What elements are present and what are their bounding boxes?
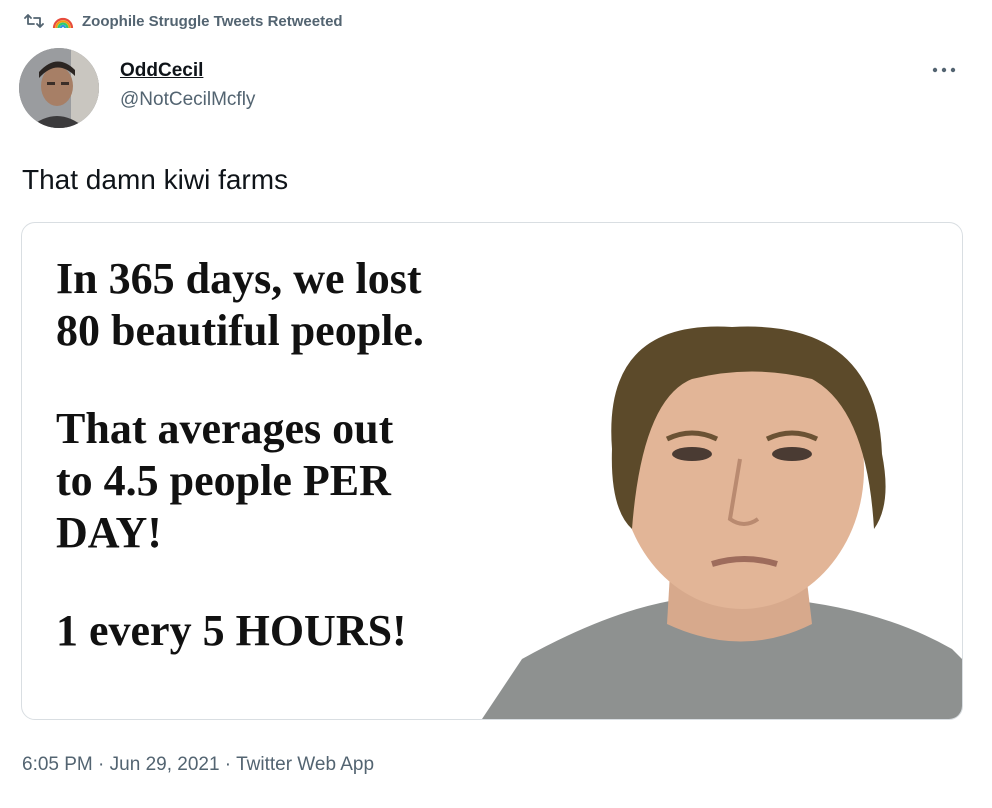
tweet-date[interactable]: Jun 29, 2021 <box>110 754 220 775</box>
rainbow-icon <box>52 14 74 28</box>
meta-separator: · <box>92 754 110 775</box>
retweet-label[interactable]: Zoophile Struggle Tweets Retweeted <box>82 13 343 30</box>
tweet-time[interactable]: 6:05 PM <box>22 754 93 775</box>
author-block: OddCecil @NotCecilMcfly <box>120 60 255 114</box>
retweet-icon <box>24 13 44 29</box>
tweet[interactable]: Zoophile Struggle Tweets Retweeted OddCe… <box>0 0 992 808</box>
tweet-meta: 6:05 PM · Jun 29, 2021 · Twitter Web App <box>22 752 374 778</box>
avatar[interactable] <box>19 48 99 128</box>
meta-separator: · <box>219 754 237 775</box>
author-handle[interactable]: @NotCecilMcfly <box>120 86 255 114</box>
more-options-icon[interactable] <box>930 60 958 80</box>
tweet-source[interactable]: Twitter Web App <box>236 754 374 775</box>
tweet-text: That damn kiwi farms <box>22 164 289 195</box>
author-display-name[interactable]: OddCecil <box>120 60 255 82</box>
tweet-media-image[interactable]: In 365 days, we lost 80 beautiful people… <box>21 222 963 720</box>
person-photo <box>482 279 962 719</box>
retweet-header: Zoophile Struggle Tweets Retweeted <box>24 8 343 34</box>
